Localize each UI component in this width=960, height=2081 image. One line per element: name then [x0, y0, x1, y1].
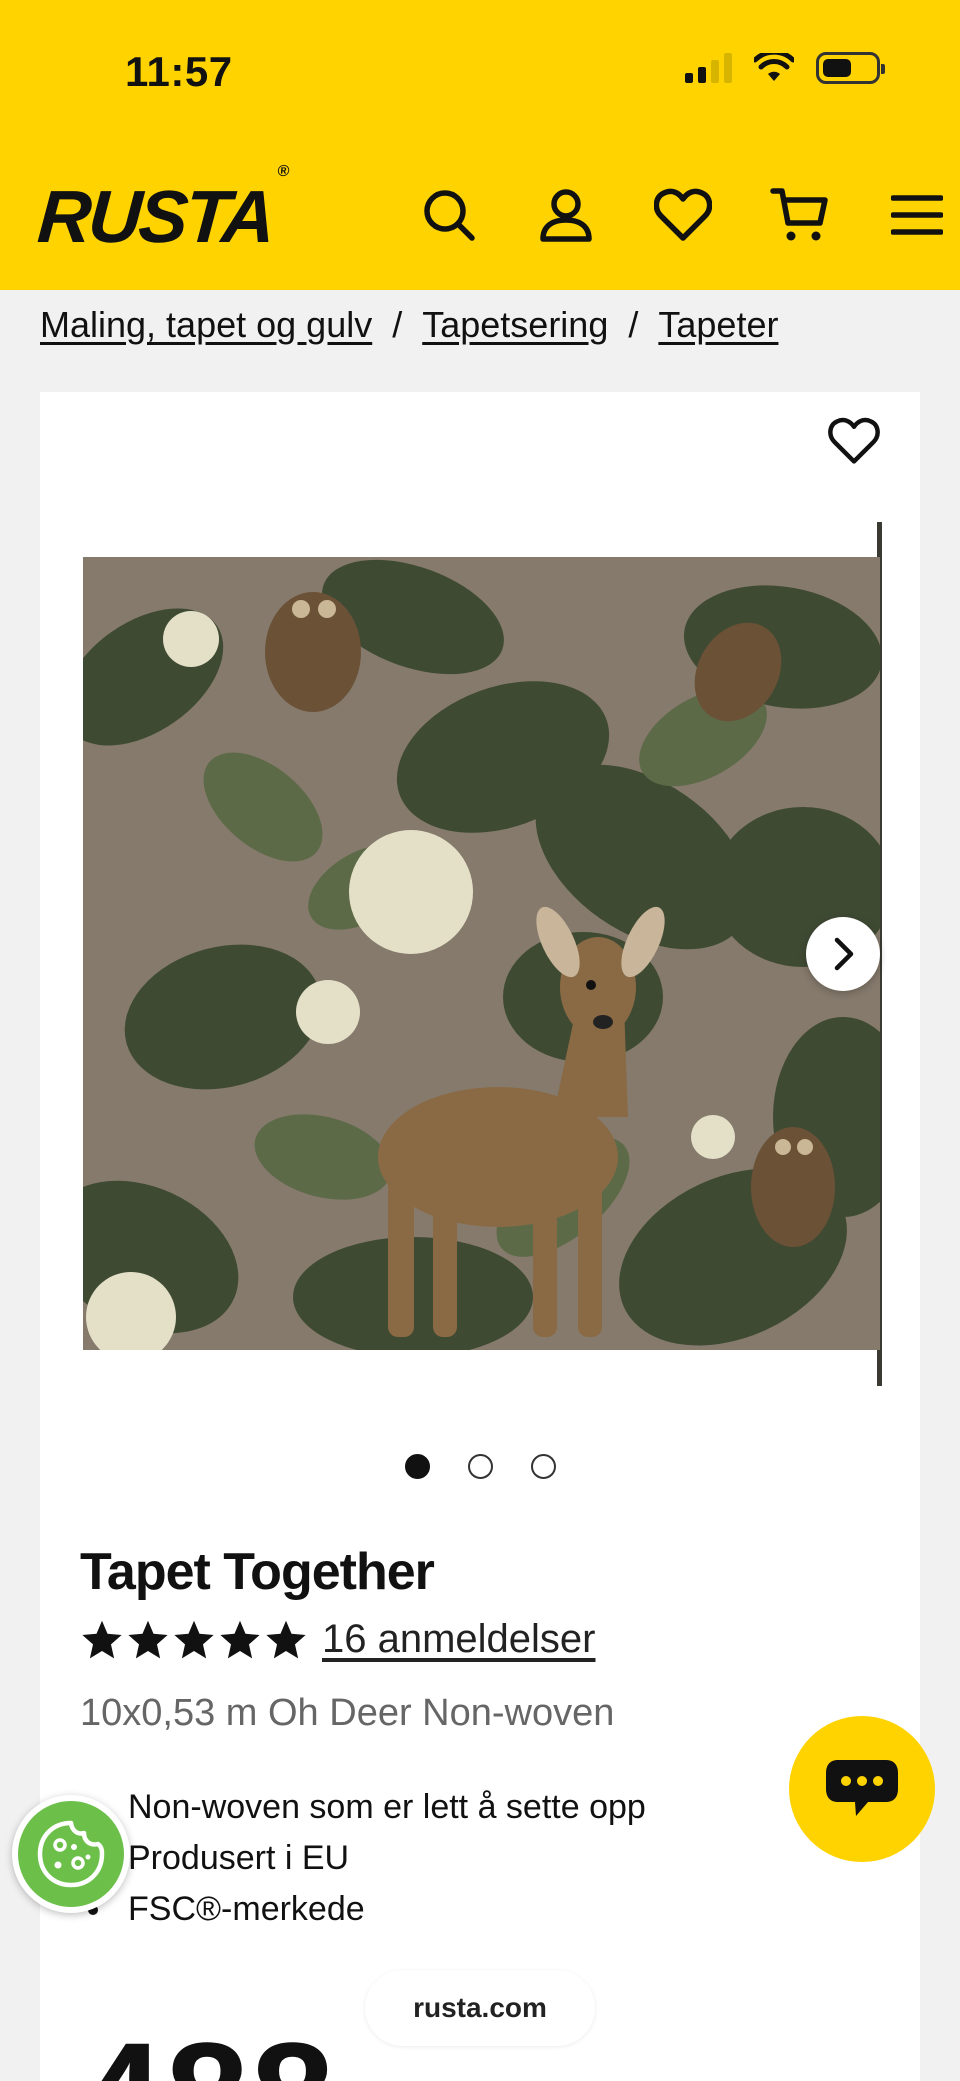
star-icon [174, 1620, 214, 1658]
gallery-dot[interactable] [468, 1454, 493, 1479]
product-title: Tapet Together [80, 1543, 435, 1601]
chevron-right-icon [834, 937, 854, 971]
product-rating: 16 anmeldelser [80, 1617, 596, 1662]
search-button[interactable] [390, 180, 507, 250]
cart-icon [769, 188, 828, 241]
cellular-signal-icon [685, 53, 732, 83]
header-bar: 11:57 RUSTA® [0, 0, 960, 290]
next-image-button[interactable] [806, 917, 880, 991]
product-price: 488 [80, 2020, 336, 2081]
gallery-dot[interactable] [531, 1454, 556, 1479]
header-icons [390, 180, 960, 250]
star-icon [128, 1620, 168, 1658]
rating-stars [80, 1618, 308, 1662]
battery-icon [816, 52, 885, 84]
status-time: 11:57 [125, 48, 233, 95]
wishlist-button[interactable] [624, 180, 741, 250]
account-button[interactable] [507, 180, 624, 250]
breadcrumb: Maling, tapet og gulv / Tapetsering / Ta… [40, 304, 778, 346]
product-card: Tapet Together 16 anmeldelser 10x0,53 m … [40, 392, 920, 2081]
chat-bubble-icon [826, 1760, 898, 1816]
menu-button[interactable] [858, 180, 960, 250]
menu-icon [890, 195, 943, 235]
breadcrumb-item-maling[interactable]: Maling, tapet og gulv [40, 304, 372, 346]
browser-url-pill[interactable]: rusta.com [365, 1970, 595, 2046]
feature-item: FSC®-merkede [80, 1884, 646, 1935]
star-icon [266, 1620, 306, 1658]
reviews-link[interactable]: 16 anmeldelser [322, 1617, 596, 1662]
product-image[interactable] [83, 557, 880, 1350]
star-icon [220, 1620, 260, 1658]
feature-item: Produsert i EU [80, 1833, 646, 1884]
account-icon [539, 189, 592, 242]
gallery-pagination [405, 1454, 556, 1479]
heart-icon [653, 188, 712, 241]
chat-button[interactable] [789, 1716, 935, 1862]
wifi-icon [754, 53, 794, 81]
cookie-settings-button[interactable] [12, 1795, 130, 1913]
cookie-icon [37, 1820, 105, 1888]
status-icons [685, 52, 885, 84]
feature-list: Non-woven som er lett å sette opp Produs… [80, 1782, 646, 1935]
search-icon [423, 190, 475, 241]
feature-item: Non-woven som er lett å sette opp [80, 1782, 646, 1833]
gallery-dot[interactable] [405, 1454, 430, 1479]
heart-icon [828, 417, 880, 464]
star-icon [82, 1620, 122, 1658]
rusta-logo[interactable]: RUSTA® [35, 163, 287, 258]
breadcrumb-separator: / [392, 304, 403, 345]
breadcrumb-separator: / [628, 304, 639, 345]
add-to-wishlist-button[interactable] [828, 417, 880, 470]
product-subtitle: 10x0,53 m Oh Deer Non-woven [80, 1692, 615, 1734]
breadcrumb-item-tapeter[interactable]: Tapeter [658, 304, 778, 346]
breadcrumb-item-tapetsering[interactable]: Tapetsering [422, 304, 608, 346]
wallpaper-pattern-image [83, 557, 880, 1350]
cart-button[interactable] [741, 180, 858, 250]
